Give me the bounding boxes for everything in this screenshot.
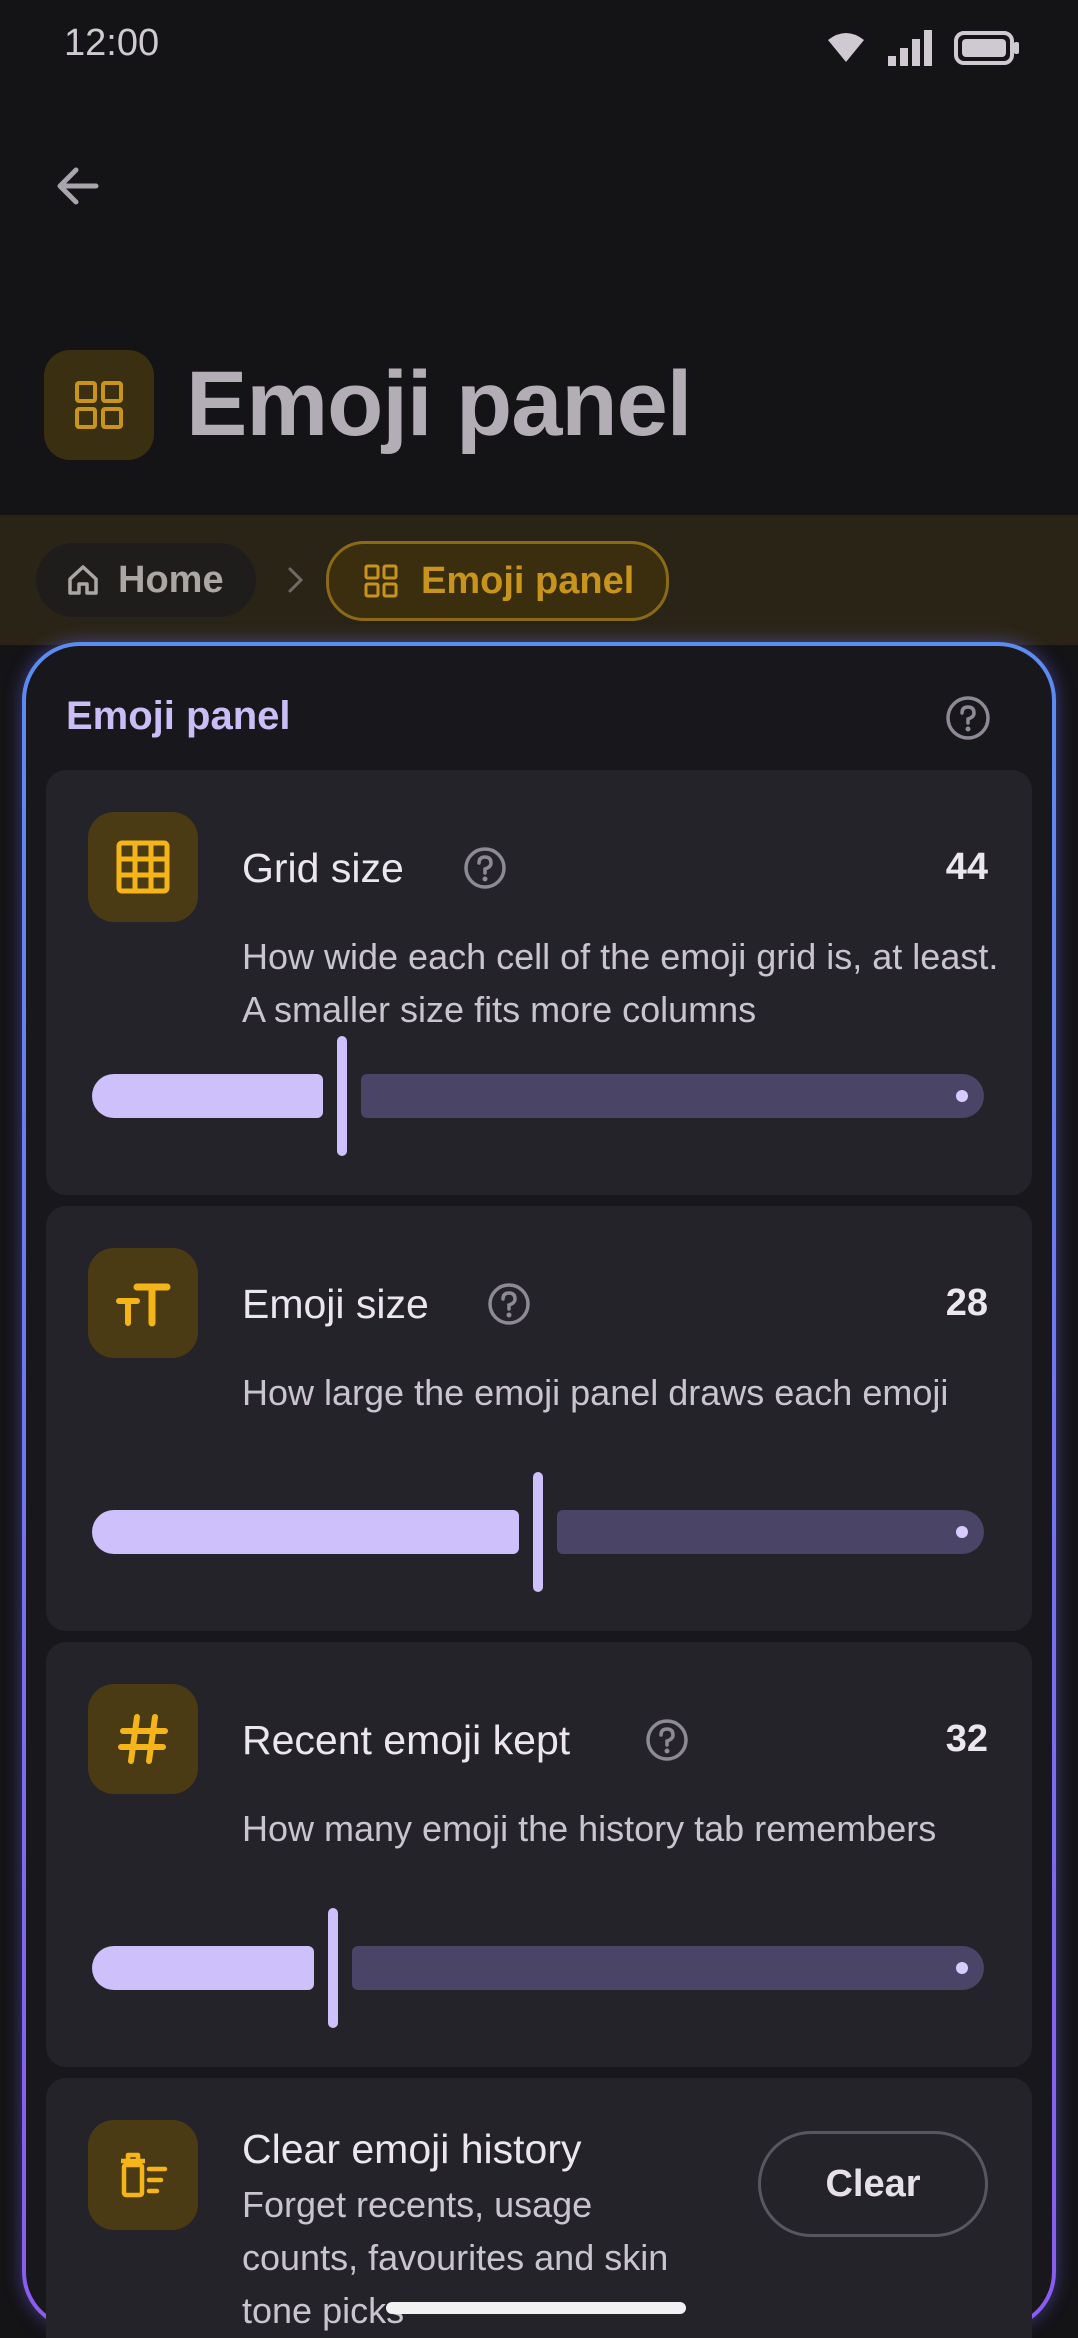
signal-icon <box>888 30 932 66</box>
back-button[interactable] <box>40 148 116 224</box>
status-bar: 12:00 <box>0 0 1078 96</box>
status-icons <box>826 30 1020 66</box>
slider-stop-indicator <box>956 1962 968 1974</box>
grid-icon <box>116 840 170 894</box>
breadcrumb-home-label: Home <box>118 558 224 601</box>
hash-icon <box>118 1714 168 1764</box>
page-title-icon <box>44 350 154 460</box>
help-icon[interactable] <box>462 845 508 891</box>
dashboard-icon <box>75 381 123 429</box>
setting-title: Grid size <box>242 845 404 891</box>
help-icon[interactable] <box>486 1281 532 1327</box>
setting-value: 28 <box>945 1282 988 1324</box>
recent-emoji-slider[interactable] <box>92 1908 984 2028</box>
delete-sweep-icon <box>121 2152 168 2198</box>
clear-history-button[interactable]: Clear <box>758 2131 988 2237</box>
setting-icon-box <box>88 812 198 922</box>
page-title: Emoji panel <box>186 353 692 455</box>
help-icon[interactable] <box>944 694 992 742</box>
setting-description: How many emoji the history tab remembers <box>242 1808 937 1849</box>
setting-title: Emoji size <box>242 1281 429 1327</box>
home-icon <box>68 565 98 595</box>
slider-stop-indicator <box>956 1526 968 1538</box>
slider-inactive-track <box>557 1510 984 1554</box>
setting-description: How large the emoji panel draws each emo… <box>242 1372 949 1413</box>
setting-title: Clear emoji history <box>242 2126 582 2172</box>
setting-description: How wide each cell of the emoji grid is,… <box>242 936 999 1030</box>
breadcrumb-current[interactable]: Emoji panel <box>326 541 670 621</box>
slider-inactive-track <box>352 1946 984 1990</box>
setting-icon-box <box>88 1684 198 1794</box>
wifi-icon <box>828 33 864 62</box>
breadcrumb-current-label: Emoji panel <box>421 559 635 602</box>
slider-inactive-track <box>361 1074 984 1118</box>
status-time: 12:00 <box>64 22 160 64</box>
emoji-size-slider[interactable] <box>92 1472 984 1592</box>
chevron-right-icon <box>288 567 304 593</box>
help-icon[interactable] <box>644 1717 690 1763</box>
setting-icon-box <box>88 1248 198 1358</box>
battery-icon <box>954 31 1019 65</box>
slider-thumb[interactable] <box>337 1036 347 1156</box>
text-size-icon <box>116 1283 171 1327</box>
grid-size-slider[interactable] <box>92 1036 984 1156</box>
slider-thumb[interactable] <box>328 1908 338 2028</box>
slider-stop-indicator <box>956 1090 968 1102</box>
breadcrumb-home[interactable]: Home <box>36 543 256 617</box>
slider-active-track <box>92 1946 314 1990</box>
setting-value: 44 <box>945 846 988 888</box>
slider-active-track <box>92 1510 519 1554</box>
slider-active-track <box>92 1074 323 1118</box>
setting-title: Recent emoji kept <box>242 1717 571 1763</box>
home-indicator[interactable] <box>386 2302 686 2314</box>
setting-value: 32 <box>945 1718 988 1760</box>
section-title: Emoji panel <box>66 694 291 738</box>
arrow-back-icon <box>57 167 99 205</box>
setting-icon-box <box>88 2120 198 2230</box>
slider-thumb[interactable] <box>533 1472 543 1592</box>
dashboard-icon <box>364 564 398 598</box>
